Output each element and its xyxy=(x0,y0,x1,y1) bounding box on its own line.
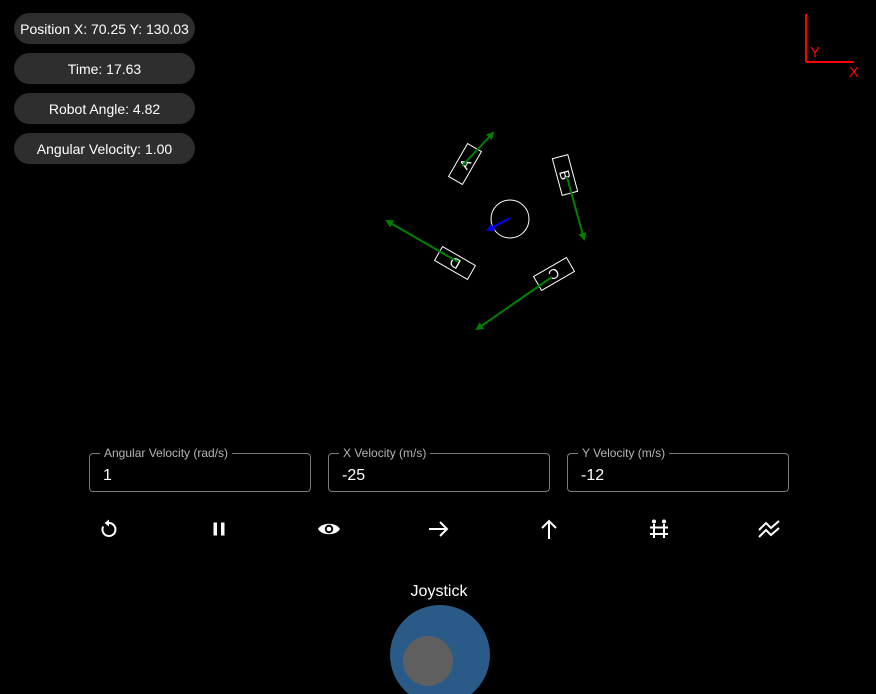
position-readout: Position X: 70.25 Y: 130.03 xyxy=(14,13,195,44)
wheel-b-velocity-arrow xyxy=(566,176,587,241)
angular-velocity-readout: Angular Velocity: 1.00 xyxy=(14,133,195,164)
x-axis-label: X xyxy=(849,64,859,81)
eye-icon xyxy=(318,523,340,535)
angular-velocity-field: Angular Velocity (rad/s) xyxy=(89,446,311,492)
strafe-icon xyxy=(650,519,668,538)
y-velocity-input[interactable] xyxy=(568,454,788,491)
x-velocity-field: X Velocity (m/s) xyxy=(328,446,550,492)
robot-angle-readout: Robot Angle: 4.82 xyxy=(14,93,195,124)
wheel-d-velocity-arrow xyxy=(385,219,459,263)
trajectory-icon xyxy=(758,520,780,538)
visibility-toggle-button[interactable] xyxy=(312,512,346,546)
arrow-right-icon xyxy=(429,521,449,537)
wheel-b: B xyxy=(551,153,587,241)
wheel-c-velocity-arrow xyxy=(475,276,553,331)
arrow-up-icon xyxy=(541,519,557,539)
simulator-stage: Y X A B C xyxy=(0,0,876,694)
angular-velocity-input[interactable] xyxy=(90,454,310,491)
wheel-c: C xyxy=(475,256,576,331)
trajectory-button[interactable] xyxy=(752,512,786,546)
wheel-a: A xyxy=(447,131,495,186)
move-up-button[interactable] xyxy=(532,512,566,546)
move-right-button[interactable] xyxy=(422,512,456,546)
reset-icon xyxy=(101,519,117,537)
pause-button[interactable] xyxy=(202,512,236,546)
joystick-knob[interactable] xyxy=(403,636,453,686)
joystick-title: Joystick xyxy=(410,583,468,600)
wheel-a-velocity-arrow xyxy=(461,131,495,167)
x-velocity-input[interactable] xyxy=(329,454,549,491)
time-readout: Time: 17.63 xyxy=(14,53,195,84)
wheel-b-label: B xyxy=(556,168,574,181)
axes-indicator: Y X xyxy=(805,14,859,81)
wheel-d: D xyxy=(385,219,477,281)
pause-icon xyxy=(213,522,225,536)
reset-button[interactable] xyxy=(92,512,126,546)
strafe-button[interactable] xyxy=(642,512,676,546)
y-velocity-field: Y Velocity (m/s) xyxy=(567,446,789,492)
y-axis-label: Y xyxy=(810,44,820,61)
